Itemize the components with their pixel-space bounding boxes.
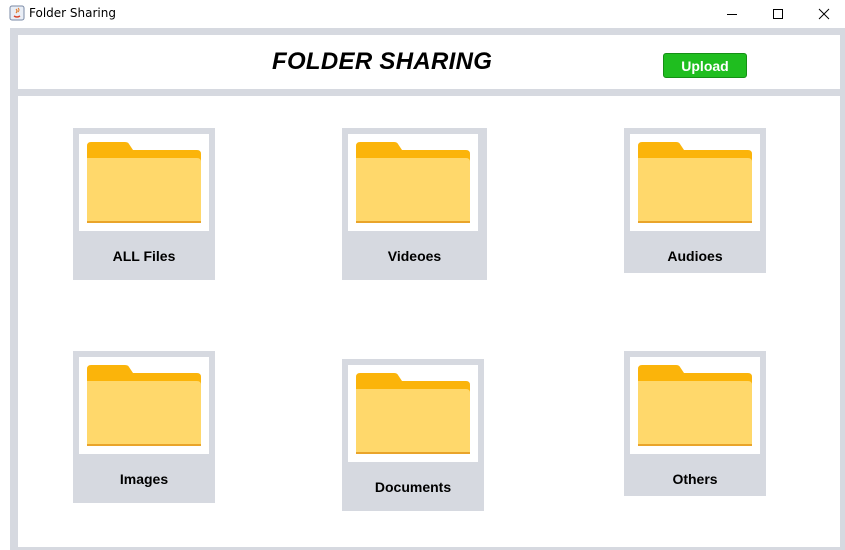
folder-label: Others bbox=[672, 471, 718, 487]
close-button[interactable] bbox=[800, 0, 845, 28]
folder-card-videoes[interactable]: Videoes bbox=[342, 128, 487, 280]
folder-label: Audioes bbox=[667, 248, 723, 264]
window-title: Folder Sharing bbox=[29, 6, 116, 20]
java-app-icon bbox=[9, 5, 25, 21]
folder-icon bbox=[638, 365, 752, 446]
folder-card-others[interactable]: Others bbox=[624, 351, 766, 496]
folder-label: Images bbox=[119, 471, 169, 487]
folder-label: Videoes bbox=[387, 248, 442, 264]
maximize-button[interactable] bbox=[754, 0, 800, 28]
folder-thumbnail bbox=[79, 357, 209, 454]
folder-thumbnail bbox=[348, 365, 478, 462]
folder-card-images[interactable]: Images bbox=[73, 351, 215, 503]
folder-thumbnail bbox=[79, 134, 209, 231]
folder-icon bbox=[356, 373, 470, 454]
folder-icon bbox=[87, 142, 201, 223]
folder-label: Documents bbox=[374, 479, 452, 495]
folder-thumbnail bbox=[630, 134, 760, 231]
upload-button[interactable]: Upload bbox=[663, 53, 747, 78]
folder-card-documents[interactable]: Documents bbox=[342, 359, 484, 511]
minimize-icon bbox=[727, 14, 737, 15]
folder-thumbnail bbox=[348, 134, 478, 231]
folder-icon bbox=[638, 142, 752, 223]
maximize-icon bbox=[773, 9, 783, 19]
folder-thumbnail bbox=[630, 357, 760, 454]
folder-card-all-files[interactable]: ALL Files bbox=[73, 128, 215, 280]
close-icon bbox=[818, 8, 830, 20]
folder-icon bbox=[356, 142, 470, 223]
folder-card-audioes[interactable]: Audioes bbox=[624, 128, 766, 273]
page-title: FOLDER SHARING bbox=[272, 48, 493, 75]
window-titlebar[interactable]: Folder Sharing bbox=[0, 0, 845, 28]
folder-icon bbox=[87, 365, 201, 446]
minimize-button[interactable] bbox=[708, 0, 754, 28]
folder-label: ALL Files bbox=[112, 248, 176, 264]
